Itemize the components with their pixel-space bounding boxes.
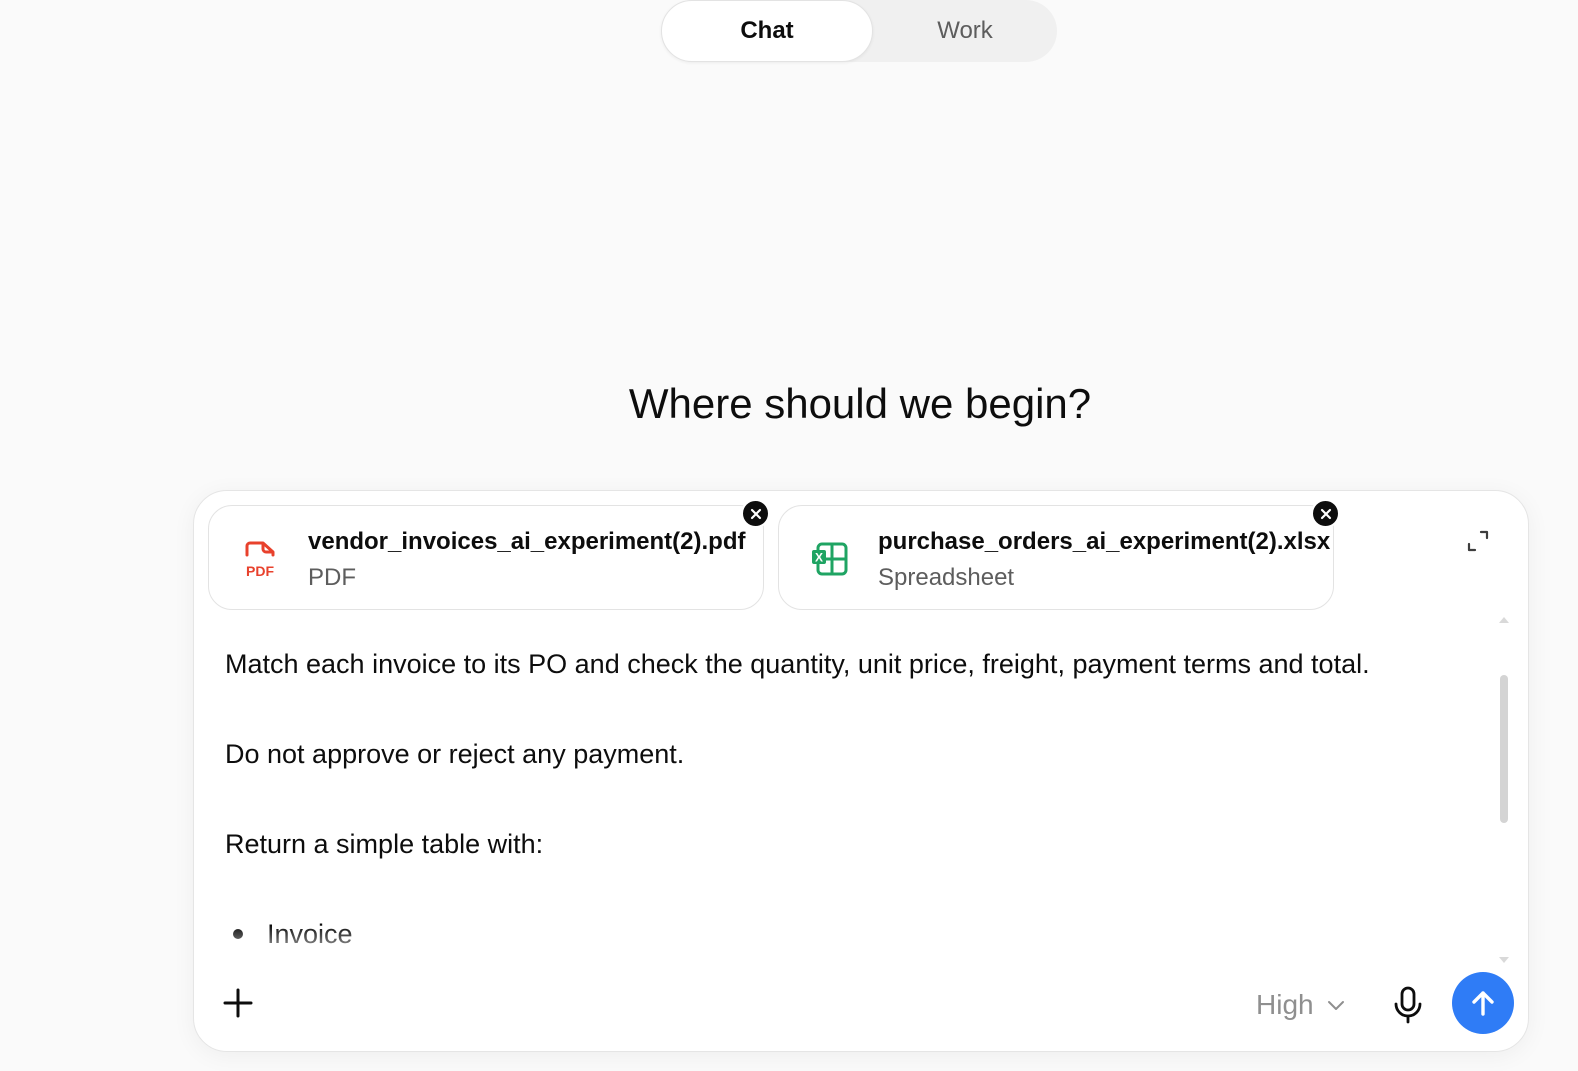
scrollbar-thumb[interactable]: [1500, 675, 1508, 823]
tab-chat[interactable]: Chat: [661, 0, 873, 62]
scrollbar[interactable]: [1498, 615, 1510, 965]
chevron-down-icon: [1327, 1001, 1344, 1010]
expand-icon[interactable]: [1464, 527, 1492, 555]
prompt-line: Do not approve or reject any payment.: [225, 739, 685, 769]
spreadsheet-icon: X: [812, 542, 848, 576]
tab-work[interactable]: Work: [873, 0, 1057, 62]
microphone-icon[interactable]: [1390, 985, 1426, 1025]
page-title: Where should we begin?: [628, 380, 1092, 427]
scroll-up-arrow[interactable]: [1499, 617, 1509, 623]
pdf-icon: PDF: [245, 541, 275, 579]
effort-value: High: [1256, 989, 1314, 1020]
send-button[interactable]: [1452, 972, 1514, 1034]
attachment-card[interactable]: PDF vendor_invoices_ai_experiment(2).pdf…: [208, 499, 770, 610]
scroll-down-arrow[interactable]: [1499, 957, 1509, 963]
mode-toggle: Chat Work: [661, 0, 1057, 62]
arrow-up-icon: [1472, 991, 1494, 1016]
prompt-line: Match each invoice to its PO and check t…: [225, 649, 1370, 679]
prompt-bullet-list: Invoice PO: [225, 889, 1515, 967]
plus-icon[interactable]: [220, 985, 256, 1021]
prompt-line: Return a simple table with:: [225, 829, 544, 859]
close-icon: [750, 508, 761, 519]
composer: PDF vendor_invoices_ai_experiment(2).pdf…: [193, 490, 1529, 1052]
attachment-card[interactable]: X purchase_orders_ai_experiment(2).xlsx …: [778, 499, 1340, 610]
svg-text:X: X: [815, 551, 823, 565]
prompt-input[interactable]: Match each invoice to its PO and check t…: [225, 619, 1515, 967]
attachment-name: purchase_orders_ai_experiment(2).xlsx: [878, 528, 1331, 555]
effort-select[interactable]: High: [1256, 985, 1346, 1025]
close-icon: [1320, 508, 1331, 519]
remove-attachment-button[interactable]: [741, 499, 770, 528]
attachment-type: Spreadsheet: [878, 564, 1015, 591]
remove-attachment-button[interactable]: [1311, 499, 1340, 528]
attachment-name: vendor_invoices_ai_experiment(2).pdf: [308, 528, 746, 555]
svg-text:PDF: PDF: [246, 563, 274, 579]
list-item: Invoice: [225, 889, 1515, 967]
attachment-type: PDF: [308, 564, 356, 591]
